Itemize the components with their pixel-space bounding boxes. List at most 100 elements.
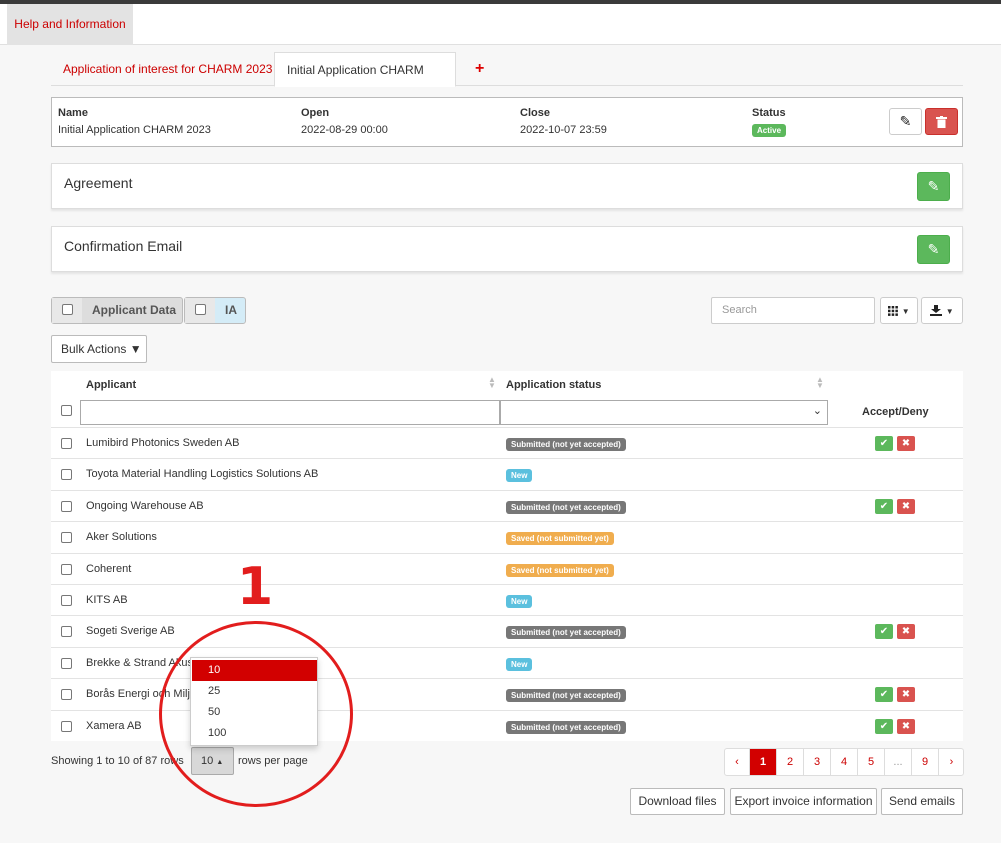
showing-text: Showing 1 to 10 of 87 rows xyxy=(51,755,184,767)
agreement-panel: Agreement ✎ xyxy=(51,163,963,209)
open-value: 2022-08-29 00:00 xyxy=(301,124,388,136)
pagination: ‹ 1 2 3 4 5... 9 › xyxy=(724,748,964,776)
applicant-name[interactable]: Aker Solutions xyxy=(86,531,157,543)
chevron-down-icon: ⌄ xyxy=(812,405,822,417)
download-files-button[interactable]: Download files xyxy=(630,788,725,815)
edit-confirmation-email-button[interactable]: ✎ xyxy=(917,235,950,264)
deny-button[interactable]: ✖ xyxy=(897,718,915,734)
edit-application-button[interactable]: ✎ xyxy=(889,108,922,135)
page-button[interactable]: 3 xyxy=(803,749,830,775)
applicant-name[interactable]: Sogeti Sverige AB xyxy=(86,625,175,637)
row-checkbox[interactable] xyxy=(61,532,72,544)
select-all-checkbox[interactable] xyxy=(61,405,72,416)
check-icon: ✔ xyxy=(879,689,889,701)
col-application-status[interactable]: Application status xyxy=(506,379,601,391)
status-badge: New xyxy=(506,469,533,483)
row-checkbox[interactable] xyxy=(61,657,72,669)
deny-button[interactable]: ✖ xyxy=(897,498,915,514)
prev-page-button[interactable]: ‹ xyxy=(725,749,749,775)
accept-button[interactable]: ✔ xyxy=(875,718,893,734)
page-button[interactable]: 5 xyxy=(857,749,884,775)
ia-toggle[interactable]: IA xyxy=(184,297,246,324)
applicant-name[interactable]: Xamera AB xyxy=(86,720,142,732)
page-button: ... xyxy=(884,749,911,775)
add-tab-icon[interactable]: + xyxy=(463,52,496,86)
caret-down-icon: ▼ xyxy=(901,307,910,316)
status-badge: Submitted (not yet accepted) xyxy=(506,500,626,514)
close-icon: ✖ xyxy=(901,626,911,638)
page-button[interactable]: 2 xyxy=(776,749,803,775)
status-badge: New xyxy=(506,595,533,608)
confirmation-email-title: Confirmation Email xyxy=(64,238,183,254)
sort-icon[interactable]: ▲ ▼ xyxy=(816,376,824,390)
row-checkbox[interactable] xyxy=(61,626,72,638)
confirmation-email-panel: Confirmation Email ✎ xyxy=(51,226,963,272)
table-row: Coherent Saved (not submitted yet) xyxy=(51,552,963,584)
application-info: Name Initial Application CHARM 2023 Open… xyxy=(51,97,963,147)
row-checkbox[interactable] xyxy=(61,563,72,575)
close-header: Close xyxy=(520,107,550,119)
status-badge: Submitted (not yet accepted) xyxy=(506,689,626,703)
tab-application-of-interest[interactable]: Application of interest for CHARM 2023 xyxy=(51,52,284,86)
row-checkbox[interactable] xyxy=(61,438,72,449)
delete-application-button[interactable] xyxy=(925,108,958,135)
tab-initial-application[interactable]: Initial Application CHARM 2023 xyxy=(274,52,456,111)
close-icon: ✖ xyxy=(901,438,911,449)
pencil-icon: ✎ xyxy=(927,178,940,194)
applicant-filter-input[interactable] xyxy=(80,400,500,425)
applicant-data-toggle[interactable]: Applicant Data xyxy=(51,297,183,324)
agreement-title: Agreement xyxy=(64,175,133,191)
deny-button[interactable]: ✖ xyxy=(897,624,915,640)
row-checkbox[interactable] xyxy=(61,500,72,512)
col-applicant[interactable]: Applicant xyxy=(86,379,136,391)
accept-button[interactable]: ✔ xyxy=(875,624,893,640)
name-header: Name xyxy=(58,107,88,119)
table-row: Toyota Material Handling Logistics Solut… xyxy=(51,458,963,489)
row-checkbox[interactable] xyxy=(61,595,72,606)
next-page-button[interactable]: › xyxy=(938,749,964,775)
row-checkbox[interactable] xyxy=(61,469,72,481)
deny-button[interactable]: ✖ xyxy=(897,436,915,451)
status-badge: Saved (not submitted yet) xyxy=(506,532,614,546)
table-row: Lumibird Photonics Sweden AB Submitted (n… xyxy=(51,427,963,458)
search-input[interactable]: Search xyxy=(711,297,875,324)
check-icon: ✔ xyxy=(879,626,889,638)
applicant-data-checkbox[interactable] xyxy=(62,304,73,315)
accept-button[interactable]: ✔ xyxy=(875,498,893,514)
table-row: Aker Solutions Saved (not submitted yet) xyxy=(51,521,963,552)
accept-button[interactable]: ✔ xyxy=(875,687,893,703)
ia-label: IA xyxy=(225,303,237,317)
page-button[interactable]: 1 xyxy=(749,749,776,775)
status-filter-select[interactable]: ⌄ xyxy=(500,400,828,425)
sort-icon[interactable]: ▲ ▼ xyxy=(488,376,496,390)
export-invoice-button[interactable]: Export invoice information xyxy=(730,788,877,815)
applicant-data-label: Applicant Data xyxy=(92,303,177,317)
send-emails-button[interactable]: Send emails xyxy=(881,788,963,815)
help-tab[interactable]: Help and Information xyxy=(7,4,133,45)
applicant-name[interactable]: Coherent xyxy=(86,563,131,575)
status-header: Status xyxy=(752,107,786,119)
deny-button[interactable]: ✖ xyxy=(897,687,915,703)
pencil-icon: ✎ xyxy=(899,113,912,129)
bulk-actions-button[interactable]: Bulk Actions ▼ xyxy=(51,335,147,363)
page-button[interactable]: 9 xyxy=(911,749,938,775)
applicant-name[interactable]: KITS AB xyxy=(86,594,128,606)
name-value: Initial Application CHARM 2023 xyxy=(58,124,211,136)
pencil-icon: ✎ xyxy=(927,241,940,257)
ia-checkbox[interactable] xyxy=(195,304,206,315)
export-button[interactable]: ▼ xyxy=(921,297,963,324)
applicant-name[interactable]: Ongoing Warehouse AB xyxy=(86,500,204,512)
status-badge: Submitted (not yet accepted) xyxy=(506,626,626,640)
help-bar: Help and Information xyxy=(0,4,1001,45)
accept-button[interactable]: ✔ xyxy=(875,436,893,451)
annotation-number: 1 xyxy=(237,557,274,617)
applicant-name[interactable]: Toyota Material Handling Logistics Solut… xyxy=(86,468,318,480)
open-header: Open xyxy=(301,107,330,119)
applicant-name[interactable]: Lumibird Photonics Sweden AB xyxy=(86,437,239,449)
check-icon: ✔ xyxy=(879,720,889,732)
columns-button[interactable]: ▼ xyxy=(880,297,918,324)
row-checkbox[interactable] xyxy=(61,689,72,701)
row-checkbox[interactable] xyxy=(61,720,72,732)
page-button[interactable]: 4 xyxy=(830,749,857,775)
edit-agreement-button[interactable]: ✎ xyxy=(917,172,950,201)
